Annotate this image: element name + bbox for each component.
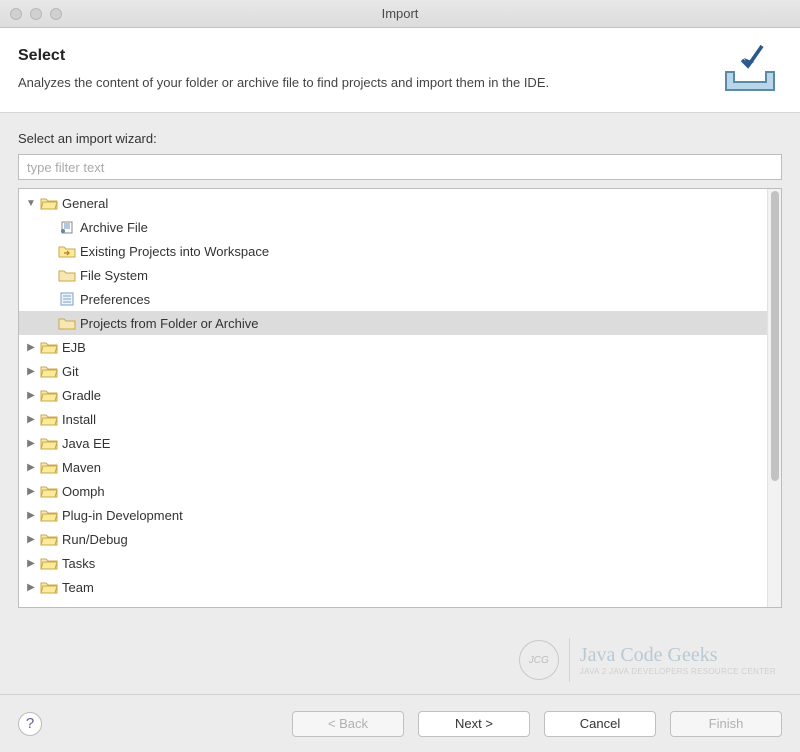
tree-item[interactable]: ▶ Projects from Folder or Archive	[19, 311, 767, 335]
scrollbar-thumb[interactable]	[771, 191, 779, 481]
folder-icon	[40, 411, 58, 427]
folder-icon	[40, 339, 58, 355]
folder-icon	[40, 507, 58, 523]
tree-category-label: Tasks	[62, 556, 95, 571]
chevron-right-icon[interactable]: ▶	[25, 557, 37, 569]
zoom-window-button[interactable]	[50, 8, 62, 20]
chevron-right-icon[interactable]: ▶	[25, 365, 37, 377]
folder-icon	[58, 315, 76, 331]
chevron-right-icon[interactable]: ▶	[25, 389, 37, 401]
archive-icon	[58, 219, 76, 235]
tree-category[interactable]: ▶ Tasks	[19, 551, 767, 575]
finish-button[interactable]: Finish	[670, 711, 782, 737]
close-window-button[interactable]	[10, 8, 22, 20]
tree-item-label: File System	[80, 268, 148, 283]
folder-icon	[40, 459, 58, 475]
tree-category-label: Maven	[62, 460, 101, 475]
button-bar: ? < Back Next > Cancel Finish	[0, 694, 800, 752]
tree-category[interactable]: ▶ Team	[19, 575, 767, 599]
tree-category-label: Git	[62, 364, 79, 379]
chevron-right-icon[interactable]: ▶	[25, 437, 37, 449]
tree-category-label: Gradle	[62, 388, 101, 403]
tree-item-label: Existing Projects into Workspace	[80, 244, 269, 259]
tree-category[interactable]: ▶ EJB	[19, 335, 767, 359]
minimize-window-button[interactable]	[30, 8, 42, 20]
chevron-down-icon[interactable]: ▼	[25, 197, 37, 209]
folder-icon	[40, 483, 58, 499]
window-title: Import	[0, 6, 800, 21]
wizard-tree[interactable]: ▼ General▶Archive File▶Existing Projects…	[19, 189, 767, 607]
tree-item[interactable]: ▶Preferences	[19, 287, 767, 311]
cancel-button[interactable]: Cancel	[544, 711, 656, 737]
tree-category-label: Oomph	[62, 484, 105, 499]
chevron-right-icon[interactable]: ▶	[25, 413, 37, 425]
wizard-content: Select an import wizard: ▼ General▶Archi…	[0, 113, 800, 614]
chevron-right-icon[interactable]: ▶	[25, 485, 37, 497]
page-description: Analyzes the content of your folder or a…	[18, 75, 706, 90]
help-button[interactable]: ?	[18, 712, 42, 736]
folder-icon	[40, 579, 58, 595]
tree-item-label: Projects from Folder or Archive	[80, 316, 258, 331]
tree-category[interactable]: ▶ Java EE	[19, 431, 767, 455]
chevron-right-icon[interactable]: ▶	[25, 509, 37, 521]
folder-icon	[40, 531, 58, 547]
tree-category-label: Team	[62, 580, 94, 595]
tree-item[interactable]: ▶ File System	[19, 263, 767, 287]
folder-icon	[40, 363, 58, 379]
filter-input[interactable]	[18, 154, 782, 180]
tree-category-label: Plug-in Development	[62, 508, 183, 523]
tree-category-label: General	[62, 196, 108, 211]
tree-category[interactable]: ▶ Git	[19, 359, 767, 383]
tree-category-label: Java EE	[62, 436, 110, 451]
chevron-right-icon[interactable]: ▶	[25, 581, 37, 593]
tree-item[interactable]: ▶Existing Projects into Workspace	[19, 239, 767, 263]
tree-item-label: Archive File	[80, 220, 148, 235]
scrollbar[interactable]	[767, 189, 781, 607]
tree-category[interactable]: ▶ Maven	[19, 455, 767, 479]
page-title: Select	[18, 47, 706, 65]
watermark-title: Java Code Geeks	[580, 644, 776, 667]
chevron-right-icon[interactable]: ▶	[25, 461, 37, 473]
prefs-icon	[58, 291, 76, 307]
tree-category[interactable]: ▶ Plug-in Development	[19, 503, 767, 527]
chevron-right-icon[interactable]: ▶	[25, 341, 37, 353]
folder-icon	[58, 267, 76, 283]
traffic-lights	[0, 8, 62, 20]
import-icon	[718, 42, 782, 94]
tree-category-label: Run/Debug	[62, 532, 128, 547]
folder-icon	[40, 555, 58, 571]
folder-icon	[40, 195, 58, 211]
watermark-badge: JCG	[519, 640, 559, 680]
tree-category[interactable]: ▶ Gradle	[19, 383, 767, 407]
wizard-tree-container: ▼ General▶Archive File▶Existing Projects…	[18, 188, 782, 608]
folder-import-icon	[58, 243, 76, 259]
back-button[interactable]: < Back	[292, 711, 404, 737]
tree-category[interactable]: ▶ Install	[19, 407, 767, 431]
tree-category[interactable]: ▶ Oomph	[19, 479, 767, 503]
tree-item[interactable]: ▶Archive File	[19, 215, 767, 239]
watermark: JCG Java Code Geeks Java 2 Java Develope…	[519, 638, 776, 682]
tree-category[interactable]: ▶ Run/Debug	[19, 527, 767, 551]
tree-category[interactable]: ▼ General	[19, 191, 767, 215]
chevron-right-icon[interactable]: ▶	[25, 533, 37, 545]
folder-icon	[40, 435, 58, 451]
tree-category-label: Install	[62, 412, 96, 427]
folder-icon	[40, 387, 58, 403]
next-button[interactable]: Next >	[418, 711, 530, 737]
titlebar: Import	[0, 0, 800, 28]
tree-item-label: Preferences	[80, 292, 150, 307]
watermark-subtitle: Java 2 Java Developers Resource Center	[580, 667, 776, 676]
wizard-select-label: Select an import wizard:	[18, 131, 782, 146]
tree-category-label: EJB	[62, 340, 86, 355]
wizard-header: Select Analyzes the content of your fold…	[0, 28, 800, 113]
